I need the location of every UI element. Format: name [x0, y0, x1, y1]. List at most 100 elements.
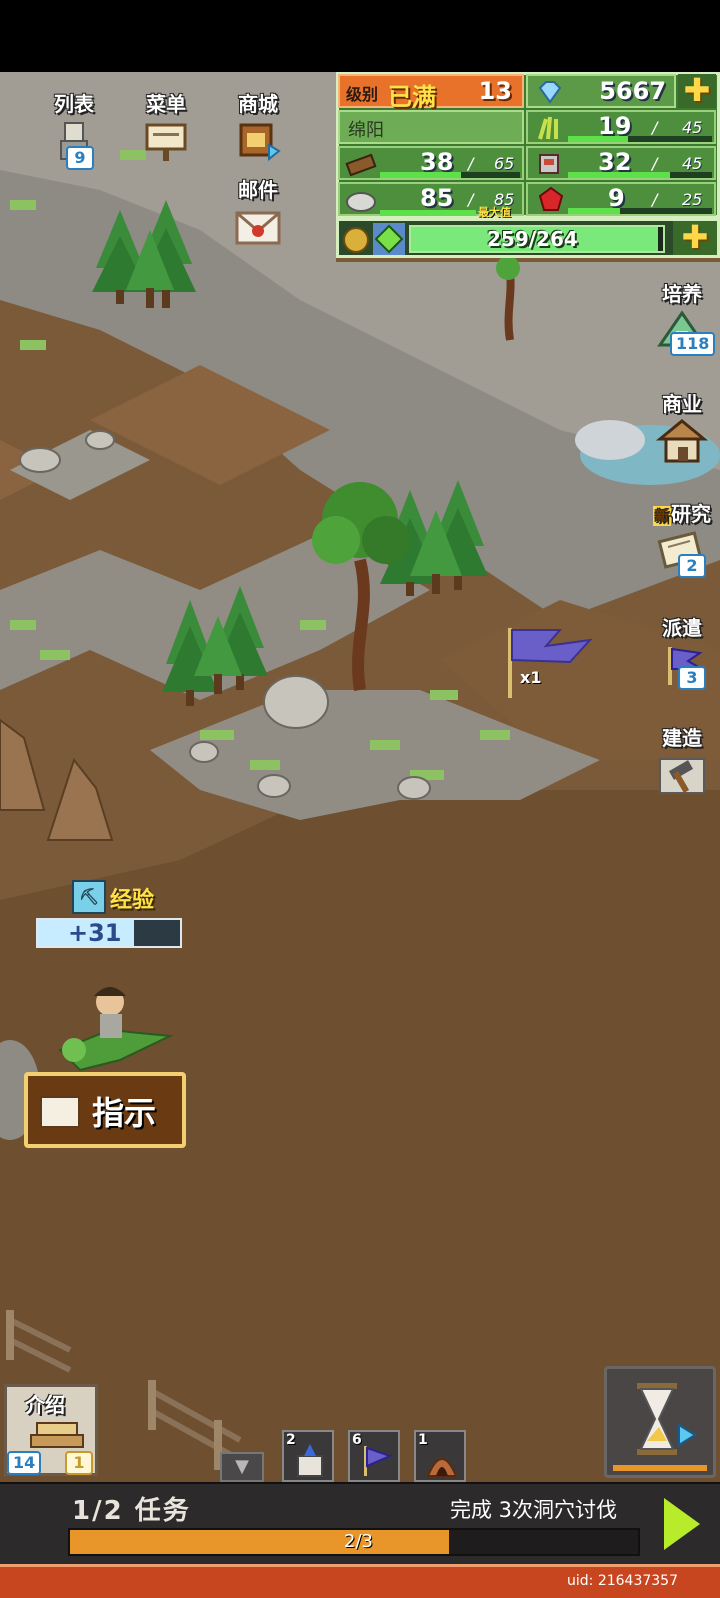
stone-slash: /	[468, 190, 474, 209]
slot-cave[interactable]: 1	[414, 1430, 466, 1482]
task-progress-text: 2/3	[344, 1531, 373, 1552]
dispatch-label: 派遣	[662, 616, 702, 640]
armor-cell: 32 / 45	[526, 146, 716, 180]
train-button[interactable]: 培养 118	[650, 278, 716, 356]
food-cell: 19 / 45	[526, 110, 716, 144]
task-label: 1/2 任务	[72, 1496, 191, 1526]
wood-bar	[380, 172, 520, 178]
treasure-chest-icon	[239, 123, 281, 162]
train-label: 培养	[662, 282, 702, 306]
stone-icon	[346, 192, 376, 212]
uid-bar: uid: 216437357	[0, 1564, 720, 1598]
research-button[interactable]: 新研究 2	[650, 498, 714, 578]
level-label: 级别	[346, 85, 379, 104]
stone-bar-fill	[380, 210, 476, 216]
ruby-slash: /	[652, 190, 658, 209]
food-bar-fill	[568, 136, 629, 142]
hourglass-button[interactable]	[604, 1366, 716, 1478]
buy-energy-button[interactable]: ✚	[673, 221, 717, 255]
business-label: 商业	[662, 392, 702, 416]
town-cell: 绵阳	[338, 110, 524, 144]
game-map[interactable]: x1 ⛏ 经验 +31 指示	[0, 72, 720, 1482]
task-bar[interactable]: 1/2 任务 完成 3次洞穴讨伐 2/3	[0, 1482, 720, 1564]
hourglass-progress	[613, 1465, 707, 1471]
stone-bar	[380, 210, 476, 216]
guide-label: 指示	[92, 1094, 157, 1132]
ruby-max: 25	[682, 190, 703, 209]
food-max: 45	[682, 118, 703, 137]
gem-cell: 5667	[526, 74, 676, 108]
research-new-tag: 新	[653, 506, 671, 526]
gem-count: 5667	[599, 77, 666, 105]
food-slash: /	[652, 118, 658, 137]
dispatch-badge: 3	[678, 666, 706, 690]
slot-flag[interactable]: 6	[348, 1430, 400, 1482]
exp-gain: +31	[68, 919, 122, 947]
mail-button[interactable]: 邮件	[218, 174, 298, 249]
hourglass-icon	[637, 1383, 697, 1455]
research-badge: 2	[678, 554, 706, 578]
menu-label: 菜单	[146, 92, 186, 116]
wood-log-icon	[345, 153, 377, 177]
crop-icon	[538, 116, 558, 140]
stone-cell: 85 / 85 最大值	[338, 182, 524, 219]
book-icon	[40, 1096, 80, 1128]
ruby-icon	[538, 186, 564, 211]
task-go-button[interactable]	[656, 1494, 708, 1556]
shop-house-icon	[656, 419, 708, 463]
collapse-button[interactable]: ▼	[220, 1452, 264, 1482]
exp-bar: +31	[36, 918, 182, 948]
business-button[interactable]: 商业	[650, 388, 714, 463]
train-badge: 118	[670, 332, 716, 356]
task-progress-fill	[70, 1530, 449, 1554]
wood-bar-fill	[380, 172, 462, 178]
cave-icon	[426, 1458, 458, 1477]
books-icon	[30, 1422, 84, 1448]
armor-bar-fill	[568, 172, 671, 178]
exp-popup: ⛏ 经验 +31	[36, 880, 186, 950]
shop-label: 商城	[238, 92, 278, 116]
armor-max: 45	[682, 154, 703, 173]
coin-icon	[343, 227, 369, 253]
plus-icon: ✚	[683, 71, 711, 109]
ruby-cell: 9 / 25	[526, 182, 716, 216]
wood-max: 65	[494, 154, 515, 173]
signboard-icon	[145, 123, 187, 161]
ruby-bar	[568, 208, 712, 214]
intro-badge-right: 1	[65, 1451, 93, 1475]
level-status: 已满	[388, 83, 436, 111]
research-label-row: 新研究	[650, 498, 714, 527]
guide-button[interactable]: 指示	[24, 1072, 186, 1148]
flag-count-label: x1	[520, 668, 542, 687]
plus-icon: ✚	[681, 218, 709, 256]
mail-label: 邮件	[238, 178, 278, 202]
list-label: 列表	[54, 92, 94, 116]
build-button[interactable]: 建造	[650, 722, 714, 797]
menu-button[interactable]: 菜单	[126, 88, 206, 163]
build-label: 建造	[662, 726, 702, 750]
map-terrain	[0, 72, 720, 1482]
dispatch-button[interactable]: 派遣 3	[650, 612, 714, 690]
intro-button[interactable]: 介绍 14 1	[4, 1384, 98, 1476]
armor-icon	[539, 154, 559, 174]
play-arrow-icon	[664, 1498, 700, 1550]
green-gem-icon	[373, 223, 405, 255]
energy-text: 259/264	[487, 227, 578, 251]
research-label: 研究	[671, 502, 711, 526]
list-button[interactable]: 列表 9	[34, 88, 114, 170]
task-description: 完成 3次洞穴讨伐	[450, 1498, 618, 1522]
slot-castle[interactable]: 2	[282, 1430, 334, 1482]
armor-slash: /	[652, 154, 658, 173]
shovel-icon: ⛏	[72, 880, 106, 914]
envelope-icon	[235, 211, 281, 245]
hammer-icon	[659, 758, 705, 794]
food-bar	[568, 136, 712, 142]
castle-icon	[297, 1444, 323, 1477]
level-value: 13	[478, 77, 512, 105]
level-cell: 级别 已满 13	[338, 74, 524, 111]
resource-panel: 级别 已满 13 5667 ✚ 绵阳 19 / 45 38 / 65 32 / …	[336, 72, 720, 262]
armor-bar	[568, 172, 712, 178]
buy-gems-button[interactable]: ✚	[678, 74, 716, 108]
ruby-bar-fill	[568, 208, 620, 214]
shop-button[interactable]: 商城	[218, 88, 298, 163]
